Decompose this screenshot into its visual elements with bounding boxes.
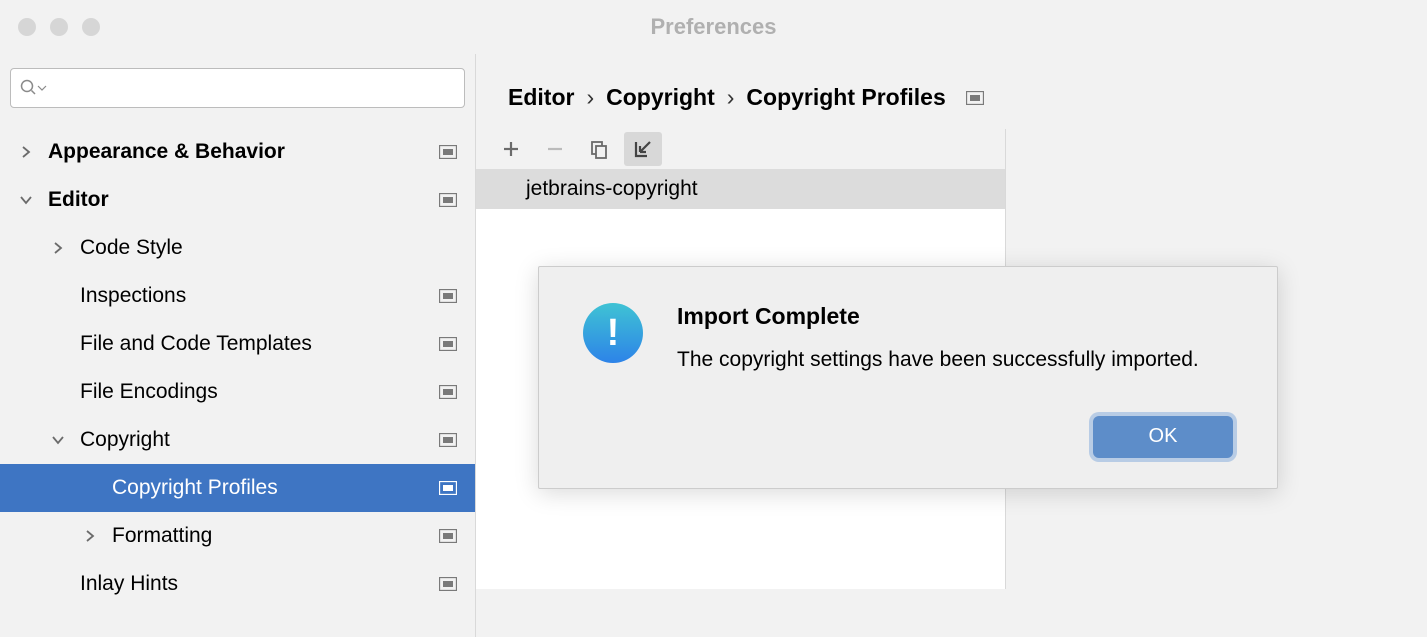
profile-list-item[interactable]: jetbrains-copyright xyxy=(476,169,1005,209)
dialog-title: Import Complete xyxy=(677,303,1233,330)
project-scope-badge xyxy=(439,385,457,399)
tree-item-label: Formatting xyxy=(112,524,439,548)
chevron-down-icon[interactable] xyxy=(52,434,80,446)
ok-button[interactable]: OK xyxy=(1093,416,1233,458)
close-window-button[interactable] xyxy=(18,18,36,36)
dialog-message: The copyright settings have been success… xyxy=(677,344,1233,376)
minus-icon xyxy=(546,140,564,158)
tree-item-file-and-code-templates[interactable]: File and Code Templates xyxy=(0,320,475,368)
tree-item-formatting[interactable]: Formatting xyxy=(0,512,475,560)
breadcrumb: Editor › Copyright › Copyright Profiles xyxy=(476,54,1427,111)
copy-icon xyxy=(589,139,609,159)
remove-button xyxy=(536,132,574,166)
zoom-window-button[interactable] xyxy=(82,18,100,36)
import-button[interactable] xyxy=(624,132,662,166)
search-container xyxy=(0,54,475,116)
tree-item-label: File and Code Templates xyxy=(80,332,439,356)
tree-item-inspections[interactable]: Inspections xyxy=(0,272,475,320)
project-scope-badge xyxy=(439,337,457,351)
tree-item-label: Editor xyxy=(48,188,439,212)
tree-item-editor[interactable]: Editor xyxy=(0,176,475,224)
project-scope-badge xyxy=(439,289,457,303)
profile-name: jetbrains-copyright xyxy=(526,177,698,201)
project-scope-badge xyxy=(439,481,457,495)
tree-item-label: Inlay Hints xyxy=(80,572,439,596)
dialog-buttons: OK xyxy=(583,416,1233,458)
chevron-down-icon xyxy=(37,83,47,93)
add-button[interactable] xyxy=(492,132,530,166)
plus-icon xyxy=(502,140,520,158)
project-scope-badge xyxy=(439,577,457,591)
sidebar: Appearance & Behavior Editor Code Style Ins… xyxy=(0,54,476,637)
tree-item-label: Code Style xyxy=(80,236,457,260)
chevron-right-icon[interactable] xyxy=(84,530,112,542)
search-field[interactable] xyxy=(10,68,465,108)
import-complete-dialog: ! Import Complete The copyright settings… xyxy=(538,266,1278,489)
breadcrumb-separator: › xyxy=(727,84,735,111)
tree-item-label: Copyright Profiles xyxy=(112,476,439,500)
tree-item-label: Inspections xyxy=(80,284,439,308)
chevron-right-icon[interactable] xyxy=(52,242,80,254)
copy-button[interactable] xyxy=(580,132,618,166)
project-scope-badge xyxy=(439,145,457,159)
window-title: Preferences xyxy=(651,14,777,40)
chevron-down-icon[interactable] xyxy=(20,194,48,206)
breadcrumb-item[interactable]: Copyright xyxy=(606,84,715,111)
dialog-body: ! Import Complete The copyright settings… xyxy=(583,303,1233,376)
project-scope-badge xyxy=(966,91,984,105)
tree-item-label: Appearance & Behavior xyxy=(48,140,439,164)
tree-item-file-encodings[interactable]: File Encodings xyxy=(0,368,475,416)
tree-item-appearance-behavior[interactable]: Appearance & Behavior xyxy=(0,128,475,176)
breadcrumb-item: Copyright Profiles xyxy=(746,84,945,111)
window-controls xyxy=(0,18,100,36)
breadcrumb-separator: › xyxy=(586,84,594,111)
tree-item-copyright[interactable]: Copyright xyxy=(0,416,475,464)
tree-item-inlay-hints[interactable]: Inlay Hints xyxy=(0,560,475,608)
info-icon: ! xyxy=(583,303,643,363)
tree-item-label: File Encodings xyxy=(80,380,439,404)
minimize-window-button[interactable] xyxy=(50,18,68,36)
search-icon xyxy=(19,78,39,98)
project-scope-badge xyxy=(439,529,457,543)
titlebar: Preferences xyxy=(0,0,1427,54)
project-scope-badge xyxy=(439,433,457,447)
tree-item-copyright-profiles[interactable]: Copyright Profiles xyxy=(0,464,475,512)
search-input[interactable] xyxy=(51,78,456,99)
tree-item-label: Copyright xyxy=(80,428,439,452)
tree-item-code-style[interactable]: Code Style xyxy=(0,224,475,272)
chevron-right-icon[interactable] xyxy=(20,146,48,158)
dialog-text: Import Complete The copyright settings h… xyxy=(677,303,1233,376)
breadcrumb-item[interactable]: Editor xyxy=(508,84,574,111)
settings-tree: Appearance & Behavior Editor Code Style Ins… xyxy=(0,116,475,608)
import-icon xyxy=(633,139,653,159)
project-scope-badge xyxy=(439,193,457,207)
profile-toolbar xyxy=(476,129,1005,169)
